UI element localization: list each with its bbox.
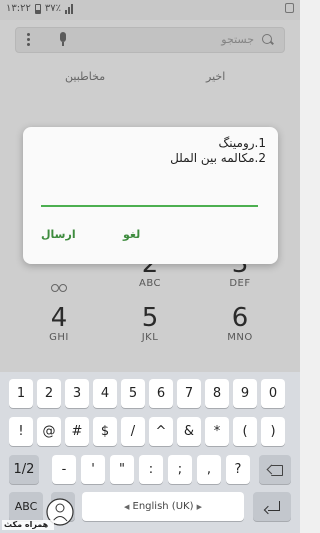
cancel-button[interactable]: لغو: [123, 228, 140, 241]
key-comma[interactable]: ,: [197, 455, 221, 484]
ussd-dialog: 1.رومینگ 2.مکالمه بین الملل ارسال لغو: [23, 127, 278, 264]
key-paren-open[interactable]: (: [233, 417, 257, 446]
backspace-button[interactable]: [259, 455, 291, 484]
key-caret[interactable]: ^: [149, 417, 173, 446]
chevron-right-icon: ▶: [196, 503, 203, 511]
enter-button[interactable]: [253, 492, 291, 521]
send-button[interactable]: ارسال: [41, 228, 76, 241]
key-apostrophe[interactable]: ': [81, 455, 105, 484]
key-slash[interactable]: /: [121, 417, 145, 446]
dialog-message: 1.رومینگ 2.مکالمه بین الملل: [170, 136, 266, 166]
key-paren-close[interactable]: ): [261, 417, 285, 446]
reply-input-field[interactable]: [41, 205, 258, 207]
key-7[interactable]: 7: [177, 379, 201, 408]
key-at[interactable]: @: [37, 417, 61, 446]
key-quote[interactable]: ": [110, 455, 134, 484]
key-0[interactable]: 0: [261, 379, 285, 408]
backspace-icon: [267, 465, 283, 476]
dialog-message-line-2: 2.مکالمه بین الملل: [170, 151, 266, 165]
key-5[interactable]: 5: [121, 379, 145, 408]
space-bar[interactable]: ◀ English (UK) ▶: [82, 492, 244, 521]
watermark-text: همراه مکث: [4, 520, 49, 529]
key-1[interactable]: 1: [9, 379, 33, 408]
key-colon[interactable]: :: [139, 455, 163, 484]
key-8[interactable]: 8: [205, 379, 229, 408]
space-language-label: English (UK): [132, 501, 194, 512]
key-exclamation[interactable]: !: [9, 417, 33, 446]
key-3[interactable]: 3: [65, 379, 89, 408]
key-hyphen[interactable]: -: [52, 455, 76, 484]
enter-icon: [264, 501, 280, 513]
key-ampersand[interactable]: &: [177, 417, 201, 446]
symbol-page-toggle-button[interactable]: 1/2: [9, 455, 39, 484]
key-2[interactable]: 2: [37, 379, 61, 408]
key-6[interactable]: 6: [149, 379, 173, 408]
key-dollar[interactable]: $: [93, 417, 117, 446]
dialog-message-line-1: 1.رومینگ: [218, 136, 266, 150]
key-hash[interactable]: #: [65, 417, 89, 446]
key-semicolon[interactable]: ;: [168, 455, 192, 484]
watermark-logo: همراه مکث: [0, 494, 76, 533]
key-asterisk[interactable]: *: [205, 417, 229, 446]
key-4[interactable]: 4: [93, 379, 117, 408]
key-question[interactable]: ?: [226, 455, 250, 484]
chevron-left-icon: ◀: [123, 503, 130, 511]
key-9[interactable]: 9: [233, 379, 257, 408]
